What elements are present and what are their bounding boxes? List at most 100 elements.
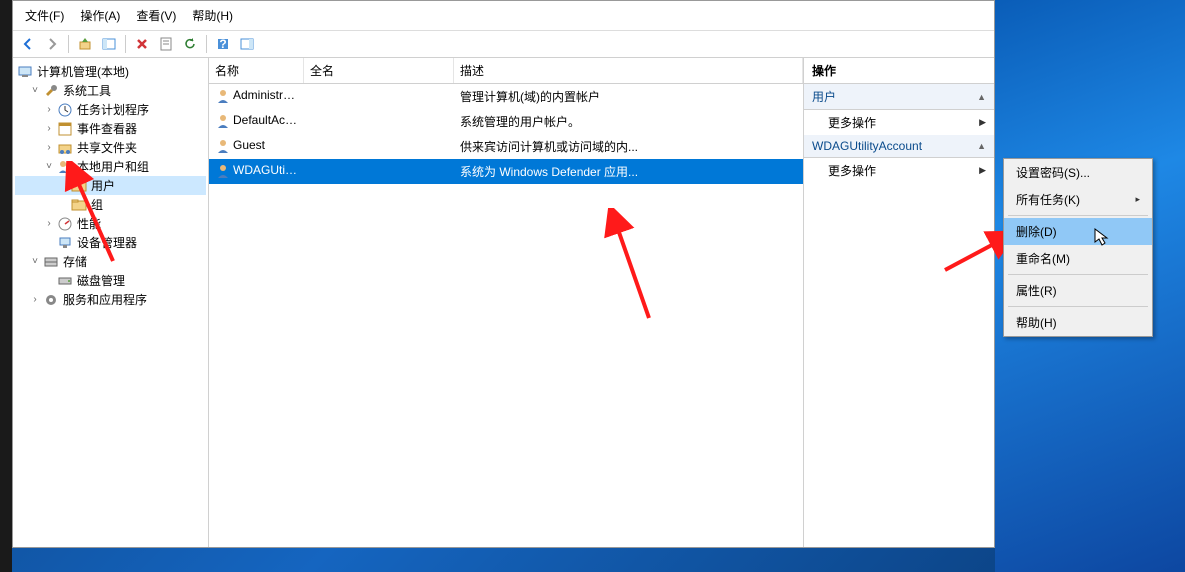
ctx-label: 重命名(M) [1016, 250, 1070, 267]
users-icon [57, 159, 73, 175]
ctx-set-password[interactable]: 设置密码(S)... [1004, 159, 1152, 186]
user-icon [215, 113, 231, 129]
section-label: WDAGUtilityAccount [812, 139, 922, 153]
computer-icon [17, 64, 33, 80]
navigation-tree[interactable]: 计算机管理(本地) ˅ 系统工具 › 任务计划程序 › 事件查看器 › 共享文件… [13, 58, 209, 547]
tree-label: 设备管理器 [77, 234, 137, 251]
ctx-separator [1008, 215, 1148, 216]
actions-more-2[interactable]: 更多操作 ▶ [804, 158, 994, 183]
device-icon [57, 235, 73, 251]
tree-label: 组 [91, 196, 103, 213]
ctx-label: 设置密码(S)... [1016, 164, 1090, 181]
user-name: DefaultAcc... [233, 113, 301, 127]
forward-button[interactable] [41, 33, 63, 55]
tree-services-apps[interactable]: › 服务和应用程序 [15, 290, 206, 309]
user-row[interactable]: WDAGUtilit... 系统为 Windows Defender 应用... [209, 159, 803, 184]
annotation-arrow [599, 208, 669, 328]
svg-text:?: ? [219, 37, 226, 51]
ctx-help[interactable]: 帮助(H) [1004, 309, 1152, 336]
ctx-delete[interactable]: 删除(D) [1004, 218, 1152, 245]
user-icon [215, 138, 231, 154]
expand-icon[interactable]: › [43, 142, 55, 154]
user-name-cell: WDAGUtilit... [209, 161, 304, 182]
submenu-arrow-icon: ▶ [979, 165, 986, 176]
column-fullname[interactable]: 全名 [304, 58, 454, 83]
ctx-all-tasks[interactable]: 所有任务(K) ▸ [1004, 186, 1152, 213]
tree-event-viewer[interactable]: › 事件查看器 [15, 119, 206, 138]
column-name[interactable]: 名称 [209, 58, 304, 83]
user-fullname-cell [304, 111, 454, 132]
refresh-button[interactable] [179, 33, 201, 55]
properties-button[interactable] [155, 33, 177, 55]
tree-label: 存储 [63, 253, 87, 270]
tree-label: 用户 [91, 177, 115, 194]
user-fullname-cell [304, 136, 454, 157]
tree-label: 性能 [77, 215, 101, 232]
tree-shared-folders[interactable]: › 共享文件夹 [15, 138, 206, 157]
user-row[interactable]: Guest供来宾访问计算机或访问域的内... [209, 134, 803, 159]
spacer [57, 199, 69, 211]
tree-users[interactable]: 用户 [15, 176, 206, 195]
user-rows-container: Administrat...管理计算机(域)的内置帐户DefaultAcc...… [209, 84, 803, 184]
show-hide-action-button[interactable] [236, 33, 258, 55]
services-icon [43, 292, 59, 308]
tree-system-tools[interactable]: ˅ 系统工具 [15, 81, 206, 100]
tree-groups[interactable]: 组 [15, 195, 206, 214]
user-row[interactable]: Administrat...管理计算机(域)的内置帐户 [209, 84, 803, 109]
tree-task-scheduler[interactable]: › 任务计划程序 [15, 100, 206, 119]
menu-help[interactable]: 帮助(H) [184, 3, 241, 28]
ctx-properties[interactable]: 属性(R) [1004, 277, 1152, 304]
user-desc-cell: 系统为 Windows Defender 应用... [454, 161, 803, 182]
computer-management-window: 文件(F) 操作(A) 查看(V) 帮助(H) ? 计算机管理(本地) ˅ 系统… [12, 0, 995, 548]
left-dark-bar [0, 0, 12, 572]
actions-section-users[interactable]: 用户 ▲ [804, 84, 994, 110]
toolbar-separator [125, 35, 126, 53]
ctx-rename[interactable]: 重命名(M) [1004, 245, 1152, 272]
action-label: 更多操作 [828, 162, 876, 179]
user-name-cell: Guest [209, 136, 304, 157]
user-icon [215, 163, 231, 179]
folder-icon [71, 197, 87, 213]
collapse-icon[interactable]: ˅ [29, 256, 41, 268]
up-button[interactable] [74, 33, 96, 55]
collapse-icon[interactable]: ˅ [43, 161, 55, 173]
tree-storage[interactable]: ˅ 存储 [15, 252, 206, 271]
ctx-label: 帮助(H) [1016, 314, 1057, 331]
actions-section-account[interactable]: WDAGUtilityAccount ▲ [804, 135, 994, 158]
user-name: Guest [233, 138, 265, 152]
user-icon [215, 88, 231, 104]
section-label: 用户 [812, 88, 836, 105]
show-hide-tree-button[interactable] [98, 33, 120, 55]
collapse-icon: ▲ [977, 141, 986, 151]
expand-icon[interactable]: › [29, 294, 41, 306]
column-description[interactable]: 描述 [454, 58, 803, 83]
tree-disk-management[interactable]: 磁盘管理 [15, 271, 206, 290]
tree-label: 共享文件夹 [77, 139, 137, 156]
help-button[interactable]: ? [212, 33, 234, 55]
clock-icon [57, 102, 73, 118]
menu-view[interactable]: 查看(V) [128, 3, 184, 28]
tree-performance[interactable]: › 性能 [15, 214, 206, 233]
spacer [57, 180, 69, 192]
toolbar-separator [206, 35, 207, 53]
user-name-cell: DefaultAcc... [209, 111, 304, 132]
tree-root[interactable]: 计算机管理(本地) [15, 62, 206, 81]
ctx-label: 属性(R) [1016, 282, 1057, 299]
expand-icon[interactable]: › [43, 104, 55, 116]
delete-button[interactable] [131, 33, 153, 55]
actions-more-1[interactable]: 更多操作 ▶ [804, 110, 994, 135]
expand-icon[interactable]: › [43, 218, 55, 230]
user-fullname-cell [304, 161, 454, 182]
user-row[interactable]: DefaultAcc...系统管理的用户帐户。 [209, 109, 803, 134]
tree-local-users-groups[interactable]: ˅ 本地用户和组 [15, 157, 206, 176]
submenu-arrow-icon: ▸ [1135, 194, 1140, 205]
back-button[interactable] [17, 33, 39, 55]
menu-file[interactable]: 文件(F) [17, 3, 72, 28]
storage-icon [43, 254, 59, 270]
tree-device-manager[interactable]: 设备管理器 [15, 233, 206, 252]
expand-icon[interactable]: › [43, 123, 55, 135]
actions-title: 操作 [804, 58, 994, 84]
menu-action[interactable]: 操作(A) [72, 3, 128, 28]
collapse-icon[interactable]: ˅ [29, 85, 41, 97]
list-header: 名称 全名 描述 [209, 58, 803, 84]
